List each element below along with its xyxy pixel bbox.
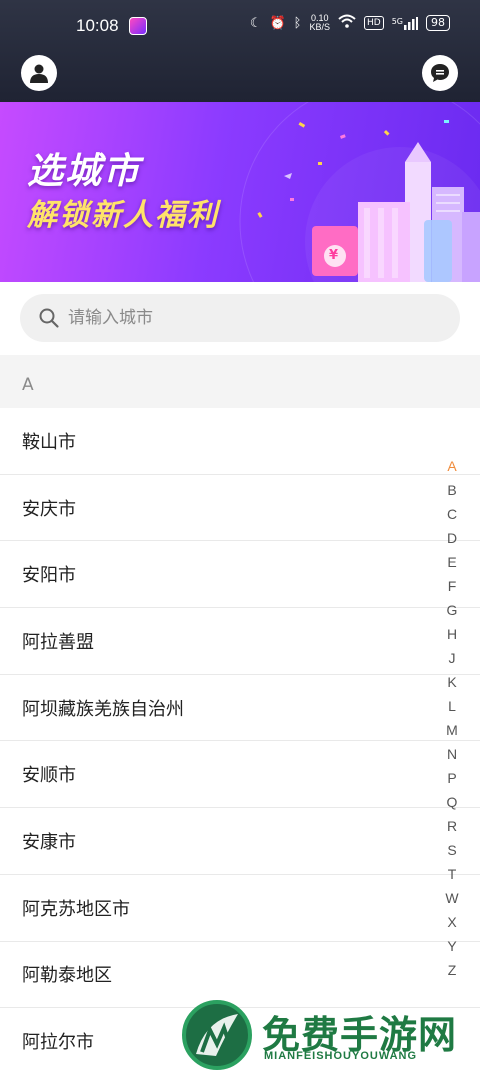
- index-letter[interactable]: L: [442, 694, 462, 718]
- index-letter[interactable]: G: [442, 598, 462, 622]
- city-item[interactable]: 鞍山市: [0, 408, 480, 475]
- index-letter[interactable]: N: [442, 742, 462, 766]
- moon-icon: ☾: [249, 15, 262, 31]
- net-speed: 0.10 KB/S: [309, 14, 330, 32]
- leaf-m-icon: [196, 1014, 238, 1056]
- search-icon: [39, 308, 59, 328]
- hd-badge: HD: [364, 16, 384, 30]
- city-search-input[interactable]: [68, 308, 428, 328]
- index-letter[interactable]: W: [442, 886, 462, 910]
- city-item[interactable]: 阿克苏地区市: [0, 875, 480, 942]
- index-letter[interactable]: D: [442, 526, 462, 550]
- city-item[interactable]: 安庆市: [0, 475, 480, 542]
- status-icons: ☾ ⏰ ᛒ 0.10 KB/S HD 5G 98: [250, 14, 450, 32]
- city-item[interactable]: 阿勒泰地区: [0, 942, 480, 1009]
- alarm-icon: ⏰: [269, 15, 286, 31]
- index-letter[interactable]: B: [442, 478, 462, 502]
- signal-icon: 5G: [391, 16, 418, 30]
- index-letter[interactable]: S: [442, 838, 462, 862]
- index-letter[interactable]: E: [442, 550, 462, 574]
- city-item[interactable]: 阿坝藏族羌族自治州: [0, 675, 480, 742]
- bluetooth-icon: ᛒ: [293, 15, 302, 31]
- index-letter[interactable]: Z: [442, 958, 462, 982]
- status-bar: 10:08 ☾ ⏰ ᛒ 0.10 KB/S HD 5G 98: [0, 0, 480, 52]
- index-letter[interactable]: J: [442, 646, 462, 670]
- index-letter[interactable]: Y: [442, 934, 462, 958]
- net-speed-unit: KB/S: [309, 22, 330, 32]
- alphabet-index: A B C D E F G H J K L M N P Q R S T W X …: [442, 454, 462, 982]
- app-header: 10:08 ☾ ⏰ ᛒ 0.10 KB/S HD 5G 98: [0, 0, 480, 102]
- status-time: 10:08: [76, 16, 119, 35]
- city-item[interactable]: 安阳市: [0, 541, 480, 609]
- index-letter[interactable]: T: [442, 862, 462, 886]
- watermark-logo: [182, 1000, 252, 1070]
- index-letter[interactable]: X: [442, 910, 462, 934]
- coin-symbol: ¥: [329, 248, 339, 263]
- user-icon: [30, 64, 48, 83]
- chat-bubble-icon: [431, 64, 449, 82]
- index-letter[interactable]: A: [442, 454, 462, 478]
- watermark: 免费手游网 MIANFEISHOUYOUWANG: [182, 1000, 472, 1072]
- profile-button[interactable]: [21, 55, 57, 91]
- message-button[interactable]: [422, 55, 458, 91]
- index-letter[interactable]: H: [442, 622, 462, 646]
- city-item[interactable]: 阿拉善盟: [0, 608, 480, 675]
- index-letter[interactable]: F: [442, 574, 462, 598]
- city-item[interactable]: 安顺市: [0, 741, 480, 809]
- section-header-a: A: [0, 355, 480, 408]
- banner-title: 选城市: [27, 151, 142, 192]
- banner-subtitle: 解锁新人福利: [27, 198, 219, 233]
- app-notification-icon: [129, 17, 147, 35]
- city-item[interactable]: 安康市: [0, 808, 480, 875]
- index-letter[interactable]: Q: [442, 790, 462, 814]
- promo-banner[interactable]: 选城市 解锁新人福利 ¥: [0, 102, 480, 282]
- battery-indicator: 98: [426, 15, 450, 31]
- signal-label: 5G: [391, 16, 403, 26]
- watermark-subtitle: MIANFEISHOUYOUWANG: [264, 1050, 418, 1062]
- index-letter[interactable]: P: [442, 766, 462, 790]
- index-letter[interactable]: C: [442, 502, 462, 526]
- index-letter[interactable]: R: [442, 814, 462, 838]
- index-letter[interactable]: M: [442, 718, 462, 742]
- wifi-icon: [338, 14, 356, 32]
- city-list: 鞍山市 安庆市 安阳市 阿拉善盟 阿坝藏族羌族自治州 安顺市 安康市 阿克苏地区…: [0, 408, 480, 1072]
- city-search-box[interactable]: [20, 294, 460, 342]
- index-letter[interactable]: K: [442, 670, 462, 694]
